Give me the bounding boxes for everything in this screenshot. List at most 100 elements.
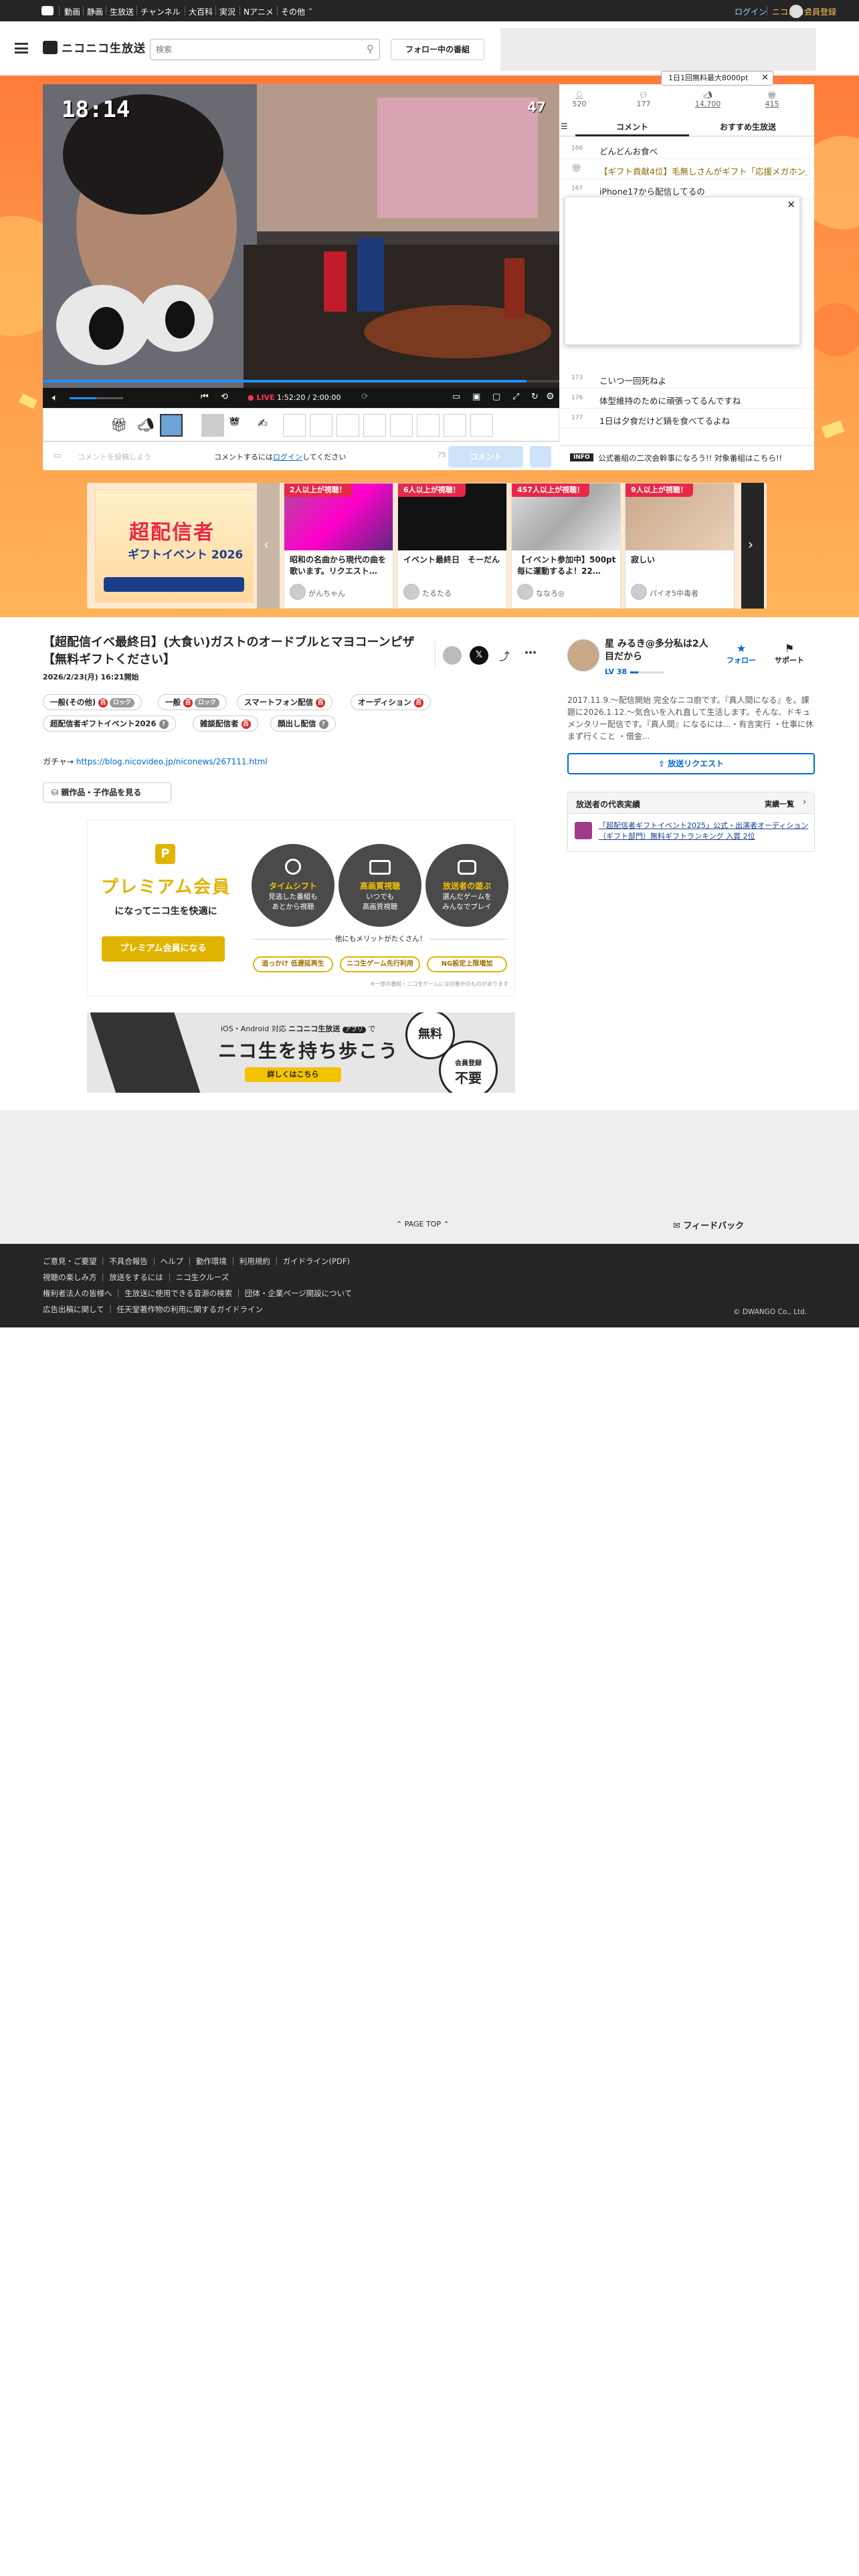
nav-item-channel[interactable]: チャンネル	[140, 6, 181, 17]
logo[interactable]: ニコニコ生放送	[43, 39, 146, 56]
search-box[interactable]: ⚲	[150, 39, 380, 60]
description-link[interactable]: https://blog.nicovideo.jp/niconews/26711…	[76, 757, 268, 766]
comment-submit-button[interactable]: コメント	[448, 446, 523, 467]
ad-megaphone-icon[interactable]: 📣︎	[137, 417, 154, 433]
footer-link[interactable]: ヘルプ	[161, 1257, 184, 1266]
footer-link[interactable]: ご意見・ご要望	[43, 1257, 97, 1266]
footer-link[interactable]: 放送をするには	[109, 1273, 163, 1282]
tag[interactable]: オーディション百	[351, 694, 431, 710]
user-avatar-icon[interactable]	[789, 5, 803, 18]
tool-slot[interactable]	[337, 414, 359, 437]
tab-recommended[interactable]: おすすめ生放送	[689, 118, 807, 136]
x-share-icon[interactable]: 𝕏	[470, 646, 488, 665]
reload-icon[interactable]: ↻	[531, 392, 539, 402]
tag[interactable]: 超配信者ギフトイベント2026?	[43, 716, 176, 732]
nav-item-dic[interactable]: 大百科	[189, 6, 213, 17]
volume-icon[interactable]: 🔈︎	[52, 393, 58, 403]
skip-back-icon[interactable]: ⏮	[201, 392, 209, 402]
page-top-link[interactable]: ⌃ PAGE TOP ⌃	[396, 1220, 450, 1228]
footer-link[interactable]: 権利者法人の皆様へ	[43, 1289, 112, 1298]
comment-emoji-button[interactable]	[530, 446, 551, 467]
nav-item-anime[interactable]: Nアニメ	[244, 6, 274, 17]
panel-menu-icon[interactable]: ☰	[561, 122, 568, 131]
rewind-icon[interactable]: ⟲	[221, 392, 228, 402]
nav-item-jikkyo[interactable]: 実況	[219, 6, 235, 17]
nav-item-seiga[interactable]: 静画	[87, 6, 103, 17]
seek-bar[interactable]	[43, 380, 559, 383]
footer-link[interactable]: 団体・企業ページ開設について	[245, 1289, 352, 1298]
broadcaster-name[interactable]: 星 みるき@多分私は2人目だから	[605, 638, 712, 663]
tool-slot[interactable]	[201, 414, 224, 437]
nav-item-more[interactable]: その他	[281, 6, 305, 17]
help-icon[interactable]: ?	[318, 719, 328, 729]
theater-icon[interactable]: ▢	[492, 392, 500, 402]
nav-item-live[interactable]: 生放送	[110, 6, 134, 17]
followed-programs-button[interactable]: フォロー中の番組	[391, 39, 484, 60]
info-bar[interactable]: INFO 公式番組の二次会幹事になろう!! 対象番組はこちら!!	[559, 445, 814, 470]
comment-toggle-icon[interactable]: ▭	[452, 392, 460, 402]
volume-slider[interactable]	[70, 397, 123, 399]
tool-slot[interactable]	[444, 414, 466, 437]
footer-link[interactable]: 生放送に使用できる音源の検索	[124, 1289, 232, 1298]
chevron-down-icon[interactable]: ⌄	[807, 5, 812, 12]
avatar[interactable]	[567, 639, 599, 671]
rank-icon[interactable]: 👑︎	[229, 417, 240, 426]
tag[interactable]: スマートフォン配信百	[237, 694, 333, 710]
tool-slot[interactable]	[470, 414, 493, 437]
feedback-button[interactable]: ✉ フィードバック	[673, 1218, 744, 1231]
footer-link[interactable]: 利用規約	[240, 1257, 270, 1266]
footer-link[interactable]: ガイドライン(PDF)	[283, 1257, 350, 1266]
carousel-card[interactable]: 2人以上が視聴！ 昭和の名曲から現代の曲を歌います。リクエスト… がんちゃん	[284, 483, 393, 609]
footer-link[interactable]: 動作環境	[196, 1257, 227, 1266]
carousel-card[interactable]: 6人以上が視聴！ イベント最終日 そーだん たるたる	[397, 483, 507, 609]
app-banner[interactable]: iOS・Android 対応 ニコニコ生放送 アプリ で ニコ生を持ち歩こう 詳…	[87, 1012, 515, 1093]
timeshift-icon[interactable]	[443, 646, 462, 665]
forward-icon[interactable]: ⟳	[361, 392, 369, 402]
achievements-link[interactable]: 実績一覧	[765, 798, 794, 809]
app-detail-button[interactable]: 詳しくはこちら	[245, 1067, 341, 1082]
share-icon[interactable]: ⤴	[499, 647, 510, 663]
nav-item-video[interactable]: 動画	[64, 6, 80, 17]
fullscreen-icon[interactable]: ⤢	[512, 392, 519, 402]
search-input[interactable]	[156, 43, 357, 56]
event-banner[interactable]: 超配信者 ギフトイベント 2026	[95, 490, 254, 603]
ad-stat[interactable]: 📣︎ 14,700	[688, 91, 728, 108]
tag[interactable]: 一般(その他) 百ロック	[43, 694, 142, 710]
tag[interactable]: 一般百ロック	[158, 694, 227, 710]
help-icon[interactable]: ?	[159, 719, 169, 729]
carousel-prev-button[interactable]: ‹	[257, 483, 280, 609]
niconico-home-icon[interactable]	[41, 6, 54, 15]
support-button[interactable]: ⚑ サポート	[771, 642, 808, 665]
tool-slot[interactable]	[310, 414, 332, 437]
tool-slot[interactable]	[417, 414, 440, 437]
search-icon[interactable]: ⚲	[367, 43, 374, 55]
premium-cta-button[interactable]: プレミアム会員になる	[102, 936, 225, 962]
hamburger-menu-icon[interactable]	[15, 43, 28, 53]
gift-icon[interactable]: 🎁︎	[110, 417, 127, 433]
footer-link[interactable]: 視聴の楽しみ方	[43, 1273, 97, 1282]
footer-link[interactable]: ニコ生クルーズ	[176, 1273, 229, 1282]
follow-button[interactable]: ★ フォロー	[723, 642, 760, 665]
encyclopedia-icon[interactable]: 百	[413, 697, 423, 708]
achievement-text[interactable]: 「超配信者ギフトイベント2025」公式・出演者オーディション（ギフト部門）無料ギ…	[599, 821, 809, 842]
related-works-button[interactable]: ⛁ 親作品・子作品を見る	[43, 782, 171, 802]
pip-icon[interactable]: ▣	[472, 392, 480, 402]
comment-command-icon[interactable]: ▭	[54, 451, 62, 461]
nicoad-icon[interactable]: ✍︎	[258, 417, 268, 431]
footer-link[interactable]: 任天堂著作物の利用に関するガイドライン	[116, 1305, 263, 1314]
close-icon[interactable]: ✕	[787, 199, 795, 211]
gift-stat[interactable]: 🎁︎ 415	[752, 91, 792, 108]
encyclopedia-icon[interactable]: 百	[241, 719, 251, 729]
tool-slot[interactable]	[283, 414, 306, 437]
tag[interactable]: 雑談配信者百	[193, 716, 258, 732]
video-player[interactable]: 18:14 47	[43, 84, 559, 408]
more-icon[interactable]: ⋯	[524, 646, 537, 660]
footer-link[interactable]: 広告出稿に関して	[43, 1305, 104, 1314]
carousel-card[interactable]: 457人以上が視聴！ 【イベント参加中】500pt毎に運動するよ！22… ななろ…	[511, 483, 621, 609]
encyclopedia-icon[interactable]: 百	[98, 697, 108, 708]
carousel-card[interactable]: 9人以上が視聴！ 寂しい パイオ5中毒者	[625, 483, 735, 609]
tag[interactable]: 顔出し配信?	[270, 716, 336, 732]
encyclopedia-icon[interactable]: 百	[183, 697, 193, 708]
tool-slot[interactable]	[390, 414, 413, 437]
tool-slot[interactable]	[363, 414, 386, 437]
